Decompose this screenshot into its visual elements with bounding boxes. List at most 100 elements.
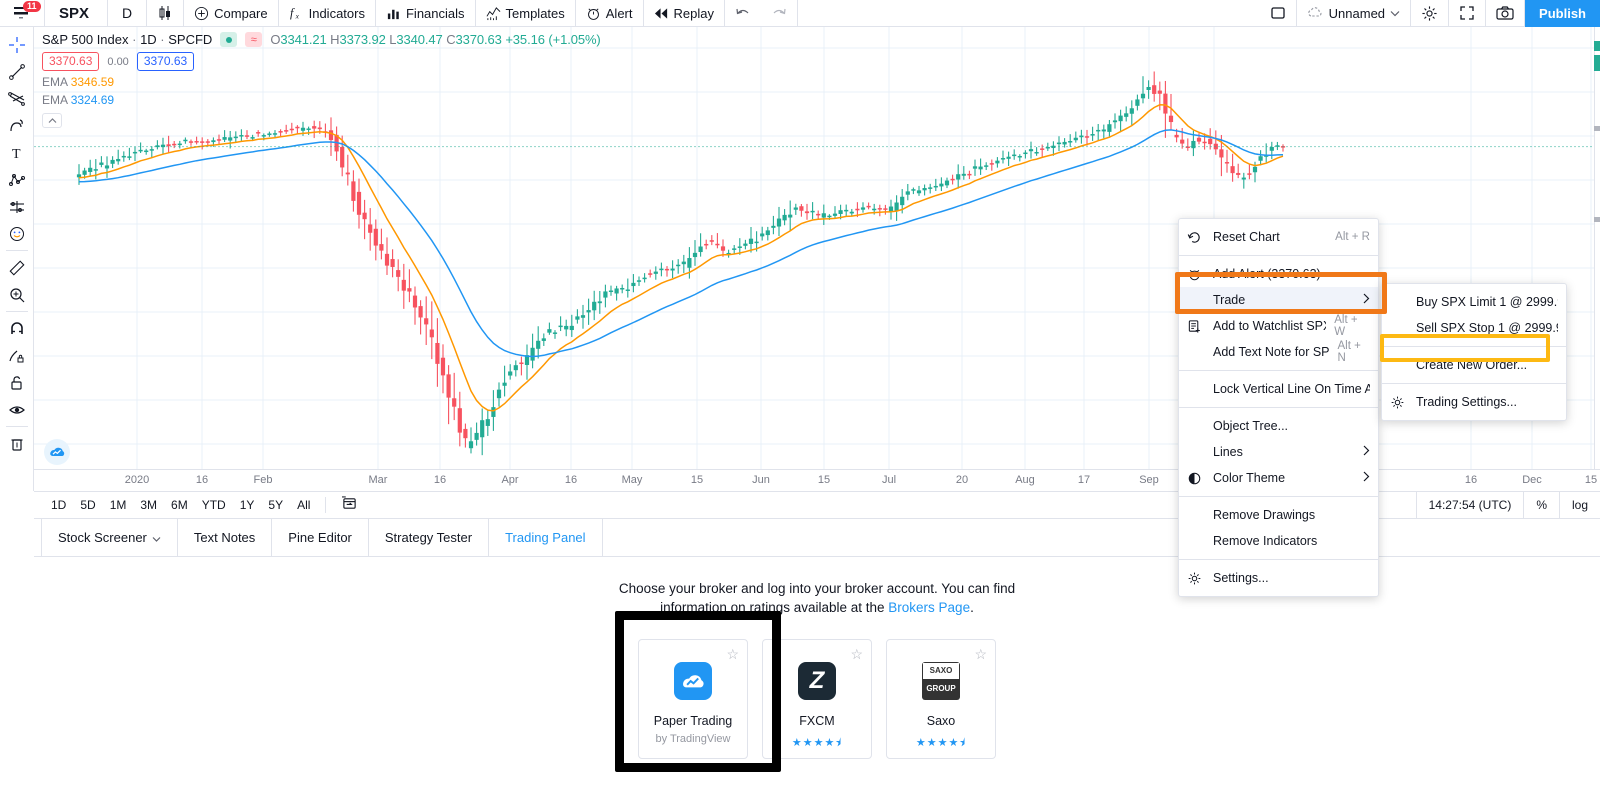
price-axis[interactable] — [1594, 27, 1600, 469]
left-drawing-toolbar: T — [0, 27, 34, 491]
submenu-item-buy-limit[interactable]: Buy SPX Limit 1 @ 2999.98 — [1382, 289, 1566, 315]
menu-divider — [1179, 407, 1378, 408]
submenu-item-trading-settings[interactable]: Trading Settings... — [1382, 389, 1566, 415]
axis-marker-2 — [1594, 217, 1600, 222]
range-button-ytd[interactable]: YTD — [195, 496, 233, 514]
menu-item-label: Reset Chart — [1209, 230, 1327, 244]
range-button-5d[interactable]: 5D — [73, 496, 102, 514]
undo-button[interactable] — [725, 0, 761, 27]
time-axis-tick: Mar — [369, 474, 388, 486]
redo-button[interactable] — [761, 0, 798, 27]
svg-text:f: f — [290, 6, 295, 20]
tab-trading-panel[interactable]: Trading Panel — [488, 519, 602, 557]
broker-card-list: ☆Paper Tradingby TradingView☆ZFXCM★★★★⯨☆… — [34, 639, 1600, 759]
legend-ema-1[interactable]: EMA 3346.59 — [42, 75, 601, 89]
crosshair-icon[interactable] — [0, 31, 34, 58]
range-button-5y[interactable]: 5Y — [261, 496, 290, 514]
time-axis-tick: Aug — [1015, 474, 1035, 486]
range-button-1m[interactable]: 1M — [103, 496, 134, 514]
series-settings-toggle[interactable]: ≈ — [245, 32, 262, 47]
main-menu-button[interactable]: 11 — [0, 0, 45, 27]
plus-circle-icon — [194, 6, 209, 21]
replay-button[interactable]: Replay — [644, 0, 725, 27]
brokers-page-link[interactable]: Brokers Page — [888, 600, 970, 615]
menu-item-label: Add Alert (3370.63) — [1209, 267, 1370, 281]
remove-drawings-icon[interactable] — [0, 430, 34, 457]
date-range-icon[interactable] — [334, 494, 365, 516]
templates-button[interactable]: Templates — [476, 0, 576, 27]
menu-item-remove-indicators[interactable]: Remove Indicators — [1179, 528, 1378, 554]
ema1-label: EMA — [42, 75, 67, 89]
hide-drawings-icon[interactable] — [0, 396, 34, 423]
saved-layout-button[interactable]: Unnamed — [1297, 0, 1411, 27]
clock-label[interactable]: 14:27:54 (UTC) — [1416, 491, 1524, 519]
brush-icon[interactable] — [0, 112, 34, 139]
broker-card-saxo[interactable]: ☆SAXOGROUPSaxo★★★★⯨ — [886, 639, 996, 759]
menu-item-settings[interactable]: Settings... — [1179, 565, 1378, 591]
menu-item-label: Trade — [1209, 293, 1355, 307]
interval-button[interactable]: D — [108, 0, 147, 27]
measure-icon[interactable] — [0, 254, 34, 281]
toolbar-divider — [6, 426, 28, 427]
legend-collapse-button[interactable] — [42, 113, 62, 128]
tradingview-logo-badge[interactable] — [44, 439, 70, 465]
menu-item-lock-vertical-line[interactable]: Lock Vertical Line On Time Axis — [1179, 376, 1378, 402]
zoom-in-icon[interactable] — [0, 281, 34, 308]
forecast-icon[interactable] — [0, 193, 34, 220]
range-button-1d[interactable]: 1D — [44, 496, 73, 514]
favorite-star-icon[interactable]: ☆ — [974, 647, 987, 661]
menu-item-color-theme[interactable]: Color Theme — [1179, 465, 1378, 491]
log-scale-button[interactable]: log — [1559, 491, 1600, 519]
fullscreen-button[interactable] — [1449, 0, 1486, 27]
publish-button[interactable]: Publish — [1525, 0, 1600, 27]
chart-style-button[interactable] — [147, 0, 184, 27]
broker-card-paper-trading[interactable]: ☆Paper Tradingby TradingView — [638, 639, 748, 759]
range-button-3m[interactable]: 3M — [133, 496, 164, 514]
patterns-icon[interactable] — [0, 166, 34, 193]
snapshot-button[interactable] — [1486, 0, 1525, 27]
menu-item-lines[interactable]: Lines — [1179, 439, 1378, 465]
symbol-button[interactable]: SPX — [45, 0, 108, 27]
cloud-icon — [1307, 6, 1324, 20]
percent-scale-button[interactable]: % — [1523, 491, 1559, 519]
range-button-6m[interactable]: 6M — [164, 496, 195, 514]
alert-button[interactable]: Alert — [576, 0, 644, 27]
tab-stock-screener[interactable]: Stock Screener — [41, 519, 178, 557]
range-button-all[interactable]: All — [290, 496, 317, 514]
emoji-icon[interactable] — [0, 220, 34, 247]
menu-item-trade[interactable]: Trade — [1179, 287, 1378, 313]
menu-item-add-text-note[interactable]: Add Text Note for SPX Alt + N — [1179, 339, 1378, 365]
tab-pine-editor[interactable]: Pine Editor — [271, 519, 369, 557]
layout-select-button[interactable] — [1260, 0, 1297, 27]
broker-card-fxcm[interactable]: ☆ZFXCM★★★★⯨ — [762, 639, 872, 759]
submenu-item-create-new-order[interactable]: Create New Order... — [1382, 352, 1566, 378]
compare-button[interactable]: Compare — [184, 0, 278, 27]
menu-item-remove-drawings[interactable]: Remove Drawings — [1179, 502, 1378, 528]
lock-drawings-icon[interactable] — [0, 369, 34, 396]
menu-item-object-tree[interactable]: Object Tree... — [1179, 413, 1378, 439]
text-icon[interactable]: T — [0, 139, 34, 166]
indicators-button[interactable]: fx Indicators — [279, 0, 376, 27]
tab-strategy-tester[interactable]: Strategy Tester — [368, 519, 489, 557]
fib-retracement-icon[interactable] — [0, 85, 34, 112]
drawing-mode-lock-icon[interactable] — [0, 342, 34, 369]
replay-label: Replay — [674, 6, 714, 21]
chart-settings-button[interactable] — [1411, 0, 1449, 27]
menu-item-shortcut: Alt + R — [1327, 231, 1370, 243]
series-visibility-toggle[interactable] — [220, 32, 237, 47]
favorite-star-icon[interactable]: ☆ — [726, 647, 739, 661]
range-button-1y[interactable]: 1Y — [233, 496, 262, 514]
tab-text-notes[interactable]: Text Notes — [177, 519, 272, 557]
legend-ema-2[interactable]: EMA 3324.69 — [42, 93, 601, 107]
favorite-star-icon[interactable]: ☆ — [850, 647, 863, 661]
menu-item-reset-chart[interactable]: Reset Chart Alt + R — [1179, 224, 1378, 250]
submenu-item-sell-stop[interactable]: Sell SPX Stop 1 @ 2999.98 — [1382, 315, 1566, 341]
menu-item-add-to-watchlist[interactable]: Add to Watchlist SPX Alt + W — [1179, 313, 1378, 339]
trend-line-icon[interactable] — [0, 58, 34, 85]
broker-rating: ★★★★⯨ — [792, 734, 842, 753]
financials-button[interactable]: Financials — [376, 0, 476, 27]
time-axis-tick: Jun — [752, 474, 770, 486]
magnet-icon[interactable] — [0, 315, 34, 342]
menu-item-add-alert[interactable]: Add Alert (3370.63) — [1179, 261, 1378, 287]
time-axis-tick: 17 — [1078, 474, 1090, 486]
